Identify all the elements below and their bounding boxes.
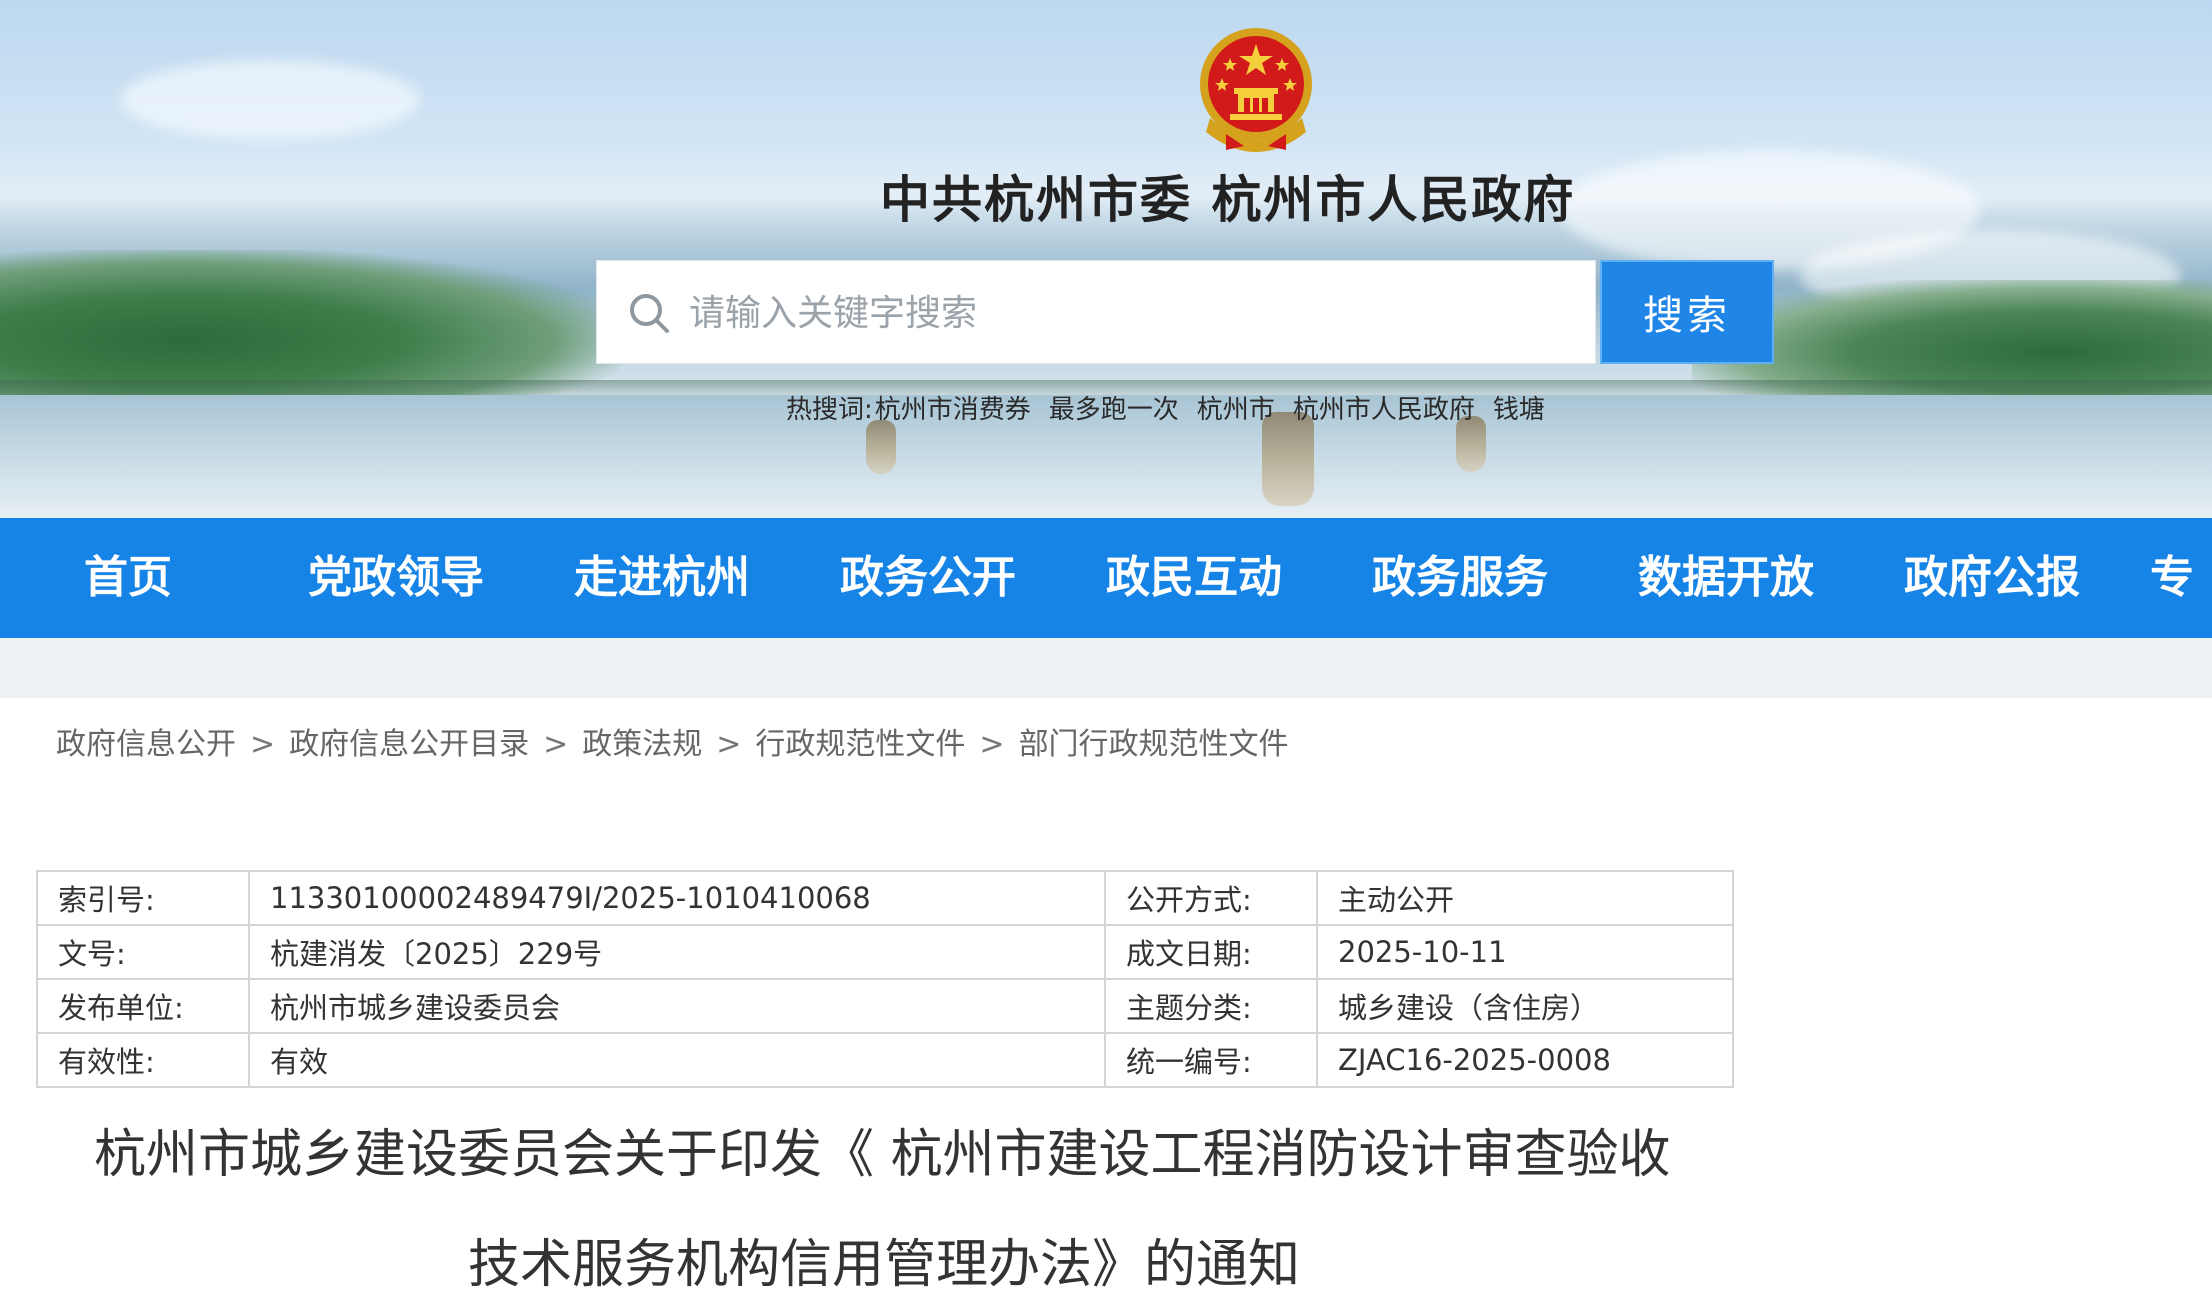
publisher-value: 杭州市城乡建设委员会 <box>248 978 1106 1034</box>
nav-item-special[interactable]: 专 <box>2150 518 2212 638</box>
breadcrumb-separator: > <box>250 727 276 762</box>
breadcrumb-item[interactable]: 政策法规 <box>582 727 702 762</box>
breadcrumb-item[interactable]: 部门行政规范性文件 <box>1019 727 1289 762</box>
breadcrumb-item[interactable]: 政府信息公开 <box>56 727 236 762</box>
document-number-label: 文号: <box>36 924 250 980</box>
breadcrumb: 政府信息公开 > 政府信息公开目录 > 政策法规 > 行政规范性文件 > 部门行政规范性文件 <box>56 720 1289 770</box>
unified-number-label: 统一编号: <box>1104 1032 1318 1088</box>
table-row: 有效性: 有效 统一编号: ZJAC16-2025-0008 <box>36 1032 1734 1088</box>
hot-search-item[interactable]: 杭州市消费券 <box>875 395 1031 425</box>
nav-item-about-hangzhou[interactable]: 走进杭州 <box>542 518 782 638</box>
unified-number-value: ZJAC16-2025-0008 <box>1316 1032 1734 1088</box>
breadcrumb-item[interactable]: 行政规范性文件 <box>755 727 965 762</box>
disclosure-method-value: 主动公开 <box>1316 870 1734 926</box>
nav-item-home[interactable]: 首页 <box>8 518 248 638</box>
index-number-value: 11330100002489479I/2025-1010410068 <box>248 870 1106 926</box>
table-row: 索引号: 11330100002489479I/2025-1010410068 … <box>36 870 1734 926</box>
nav-item-gazette[interactable]: 政府公报 <box>1872 518 2112 638</box>
validity-label: 有效性: <box>36 1032 250 1088</box>
hills-left <box>0 250 620 400</box>
search-button[interactable]: 搜索 <box>1600 260 1774 364</box>
nav-item-interaction[interactable]: 政民互动 <box>1074 518 1314 638</box>
document-info-table: 索引号: 11330100002489479I/2025-1010410068 … <box>36 870 1734 1088</box>
main-nav: 首页 党政领导 走进杭州 政务公开 政民互动 政务服务 数据开放 政府公报 专 <box>0 518 2212 638</box>
table-row: 文号: 杭建消发〔2025〕229号 成文日期: 2025-10-11 <box>36 924 1734 980</box>
search-icon <box>630 294 669 333</box>
topic-category-value: 城乡建设（含住房） <box>1316 978 1734 1034</box>
search-input[interactable] <box>689 281 1579 345</box>
cloud <box>120 60 420 140</box>
disclosure-method-label: 公开方式: <box>1104 870 1318 926</box>
hot-search-item[interactable]: 最多跑一次 <box>1049 395 1179 425</box>
hot-search-item[interactable]: 杭州市 <box>1197 395 1275 425</box>
document-number-value: 杭建消发〔2025〕229号 <box>248 924 1106 980</box>
nav-item-services[interactable]: 政务服务 <box>1340 518 1580 638</box>
index-number-label: 索引号: <box>36 870 250 926</box>
breadcrumb-separator: > <box>979 727 1005 762</box>
nav-item-party-leaders[interactable]: 党政领导 <box>276 518 516 638</box>
hot-search-item[interactable]: 钱塘 <box>1493 395 1545 425</box>
document-title-line2: 技术服务机构信用管理办法》的通知 <box>468 1235 1301 1294</box>
table-row: 发布单位: 杭州市城乡建设委员会 主题分类: 城乡建设（含住房） <box>36 978 1734 1034</box>
issue-date-label: 成文日期: <box>1104 924 1318 980</box>
validity-value: 有效 <box>248 1032 1106 1088</box>
national-emblem-icon <box>1200 28 1312 152</box>
search-box[interactable] <box>596 260 1596 364</box>
hot-search-label: 热搜词: <box>786 395 873 425</box>
issue-date-value: 2025-10-11 <box>1316 924 1734 980</box>
nav-subbar <box>0 638 2212 698</box>
publisher-label: 发布单位: <box>36 978 250 1034</box>
document-title: 杭州市城乡建设委员会关于印发《 杭州市建设工程消防设计审查验收 技术服务机构信用… <box>60 1100 1760 1294</box>
nav-item-open-data[interactable]: 数据开放 <box>1606 518 1846 638</box>
site-title: 中共杭州市委 杭州市人民政府 <box>880 170 1576 229</box>
hot-search-item[interactable]: 杭州市人民政府 <box>1293 395 1475 425</box>
breadcrumb-separator: > <box>543 727 569 762</box>
hot-search-bar: 热搜词:杭州市消费券 最多跑一次 杭州市 杭州市人民政府 钱塘 <box>786 390 1545 430</box>
nav-item-government-affairs[interactable]: 政务公开 <box>808 518 1048 638</box>
breadcrumb-separator: > <box>716 727 742 762</box>
header-banner: 中共杭州市委 杭州市人民政府 搜索 热搜词:杭州市消费券最多跑一次杭州市杭州市人… <box>0 0 2212 518</box>
breadcrumb-item[interactable]: 政府信息公开目录 <box>289 727 529 762</box>
document-title-line1: 杭州市城乡建设委员会关于印发《 杭州市建设工程消防设计审查验收 <box>94 1125 1671 1185</box>
topic-category-label: 主题分类: <box>1104 978 1318 1034</box>
